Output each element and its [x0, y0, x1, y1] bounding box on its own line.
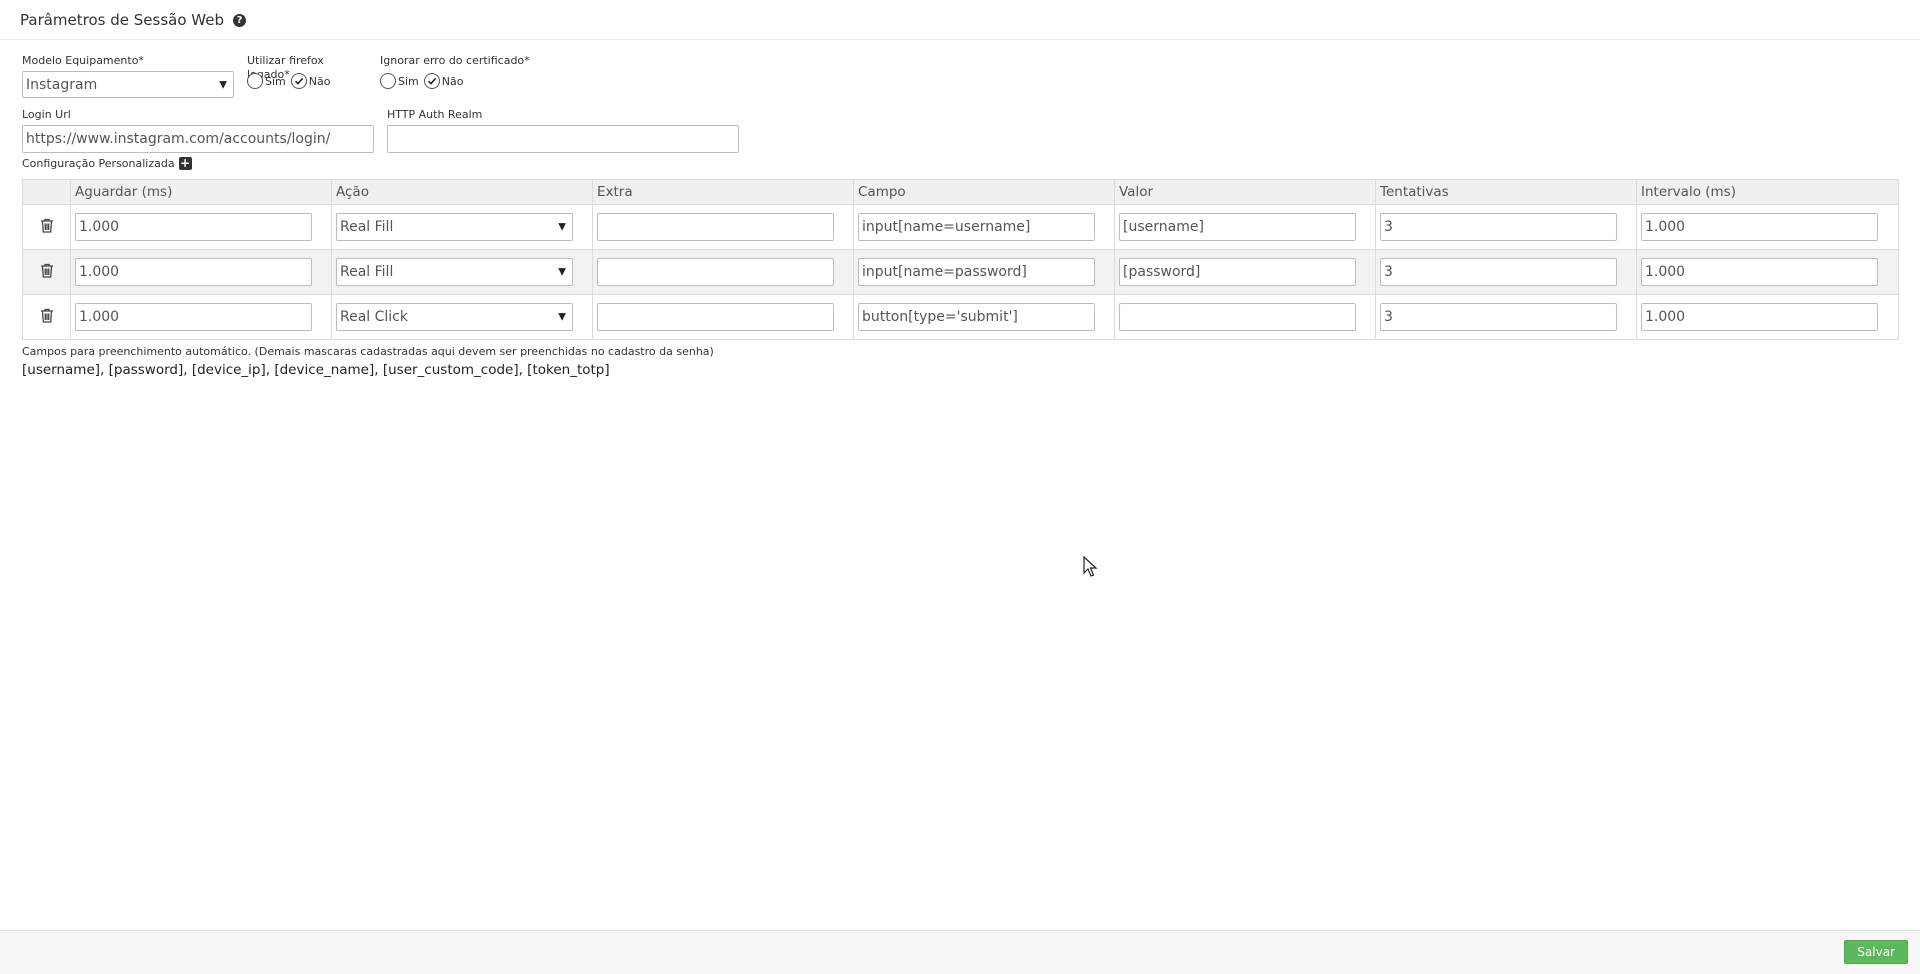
header-actions — [22, 179, 71, 205]
header-extra: Extra — [592, 179, 854, 205]
firefox-radio-sim[interactable] — [247, 73, 263, 89]
trash-icon[interactable] — [40, 263, 54, 278]
certificado-label: Ignorar erro do certificado* — [380, 54, 530, 67]
firefox-radio-nao-label: Não — [308, 74, 331, 88]
modelo-group: Modelo Equipamento* Instagram ▼ — [22, 54, 234, 98]
header-campo: Campo — [853, 179, 1115, 205]
chevron-down-icon: ▼ — [219, 79, 227, 90]
firefox-group: Utilizar firefox logado* Sim Não — [247, 54, 367, 91]
firefox-radio-nao[interactable] — [290, 73, 307, 89]
header-acao: Ação — [331, 179, 593, 205]
add-step-icon[interactable]: + — [178, 157, 192, 170]
extra-input[interactable] — [597, 213, 834, 241]
autofill-hint: Campos para preenchimento automático. (D… — [22, 345, 714, 358]
extra-input[interactable] — [597, 258, 834, 286]
acao-select-value: Real Fill — [340, 219, 394, 235]
trash-cell — [22, 204, 71, 250]
question-circle-icon[interactable]: ? — [232, 13, 246, 27]
http-auth-label: HTTP Auth Realm — [387, 108, 483, 121]
acao-select[interactable]: Real Click ▼ — [336, 303, 573, 331]
firefox-label: Utilizar firefox logado* — [247, 54, 324, 81]
firefox-radio-group: Sim Não — [247, 71, 367, 91]
acao-select[interactable]: Real Fill ▼ — [336, 258, 573, 286]
login-url-input[interactable] — [22, 125, 374, 153]
certificado-radio-nao[interactable] — [423, 73, 440, 89]
footer-bar: Salvar — [0, 930, 1920, 974]
modelo-label: Modelo Equipamento* — [22, 54, 144, 67]
form-content: Modelo Equipamento* Instagram ▼ Utilizar… — [0, 40, 1920, 378]
login-url-group: Login Url — [22, 108, 374, 153]
tentativas-input[interactable] — [1380, 303, 1617, 331]
header-intervalo: Intervalo (ms) — [1636, 179, 1899, 205]
form-row-urls: Login Url HTTP Auth Realm — [22, 108, 1898, 153]
trash-icon[interactable] — [40, 308, 54, 323]
campo-input[interactable] — [858, 258, 1095, 286]
certificado-radio-nao-label: Não — [441, 74, 464, 88]
login-url-label: Login Url — [22, 108, 71, 121]
certificado-radio-group: Sim Não — [380, 71, 540, 91]
table-header-row: Aguardar (ms) Ação Extra Campo Valor Ten… — [22, 179, 1899, 205]
modelo-select[interactable]: Instagram ▼ — [22, 71, 234, 98]
aguardar-input[interactable] — [75, 258, 312, 286]
acao-select[interactable]: Real Fill ▼ — [336, 213, 573, 241]
campo-input[interactable] — [858, 303, 1095, 331]
page-title: Parâmetros de Sessão Web — [20, 10, 224, 29]
steps-table: Aguardar (ms) Ação Extra Campo Valor Ten… — [22, 179, 1899, 340]
table-row: Real Click ▼ — [22, 294, 1899, 340]
config-personalizada-label: Configuração Personalizada — [22, 157, 175, 170]
save-button[interactable]: Salvar — [1844, 940, 1908, 964]
intervalo-input[interactable] — [1641, 303, 1878, 331]
tentativas-input[interactable] — [1380, 258, 1617, 286]
campo-input[interactable] — [858, 213, 1095, 241]
http-auth-input[interactable] — [387, 125, 739, 153]
check-icon — [427, 77, 436, 85]
aguardar-input[interactable] — [75, 303, 312, 331]
certificado-radio-sim-label: Sim — [398, 74, 419, 88]
check-icon — [294, 77, 303, 85]
config-personalizada: Configuração Personalizada + — [22, 157, 1898, 170]
mouse-cursor-icon — [1083, 556, 1098, 577]
valor-input[interactable] — [1119, 213, 1356, 241]
header-valor: Valor — [1114, 179, 1376, 205]
intervalo-input[interactable] — [1641, 213, 1878, 241]
certificado-group: Ignorar erro do certificado* Sim Não — [380, 54, 540, 91]
firefox-radio-sim-label: Sim — [265, 74, 286, 88]
table-row: Real Fill ▼ — [22, 249, 1899, 295]
trash-icon[interactable] — [40, 218, 54, 233]
autofill-variables: [username], [password], [device_ip], [de… — [22, 362, 610, 378]
valor-input[interactable] — [1119, 258, 1356, 286]
chevron-down-icon: ▼ — [558, 221, 566, 233]
tentativas-input[interactable] — [1380, 213, 1617, 241]
extra-input[interactable] — [597, 303, 834, 331]
http-auth-group: HTTP Auth Realm — [387, 108, 739, 153]
trash-cell — [22, 249, 71, 295]
intervalo-input[interactable] — [1641, 258, 1878, 286]
acao-select-value: Real Click — [340, 309, 408, 325]
table-row: Real Fill ▼ — [22, 204, 1899, 250]
chevron-down-icon: ▼ — [558, 266, 566, 278]
form-row-top: Modelo Equipamento* Instagram ▼ Utilizar… — [22, 54, 1898, 98]
valor-input[interactable] — [1119, 303, 1356, 331]
page-header: Parâmetros de Sessão Web ? — [0, 0, 1920, 40]
acao-select-value: Real Fill — [340, 264, 394, 280]
aguardar-input[interactable] — [75, 213, 312, 241]
header-aguardar: Aguardar (ms) — [70, 179, 332, 205]
certificado-radio-sim[interactable] — [380, 73, 396, 89]
header-tentativas: Tentativas — [1375, 179, 1637, 205]
modelo-select-value: Instagram — [26, 76, 98, 93]
trash-cell — [22, 294, 71, 340]
chevron-down-icon: ▼ — [558, 311, 566, 323]
